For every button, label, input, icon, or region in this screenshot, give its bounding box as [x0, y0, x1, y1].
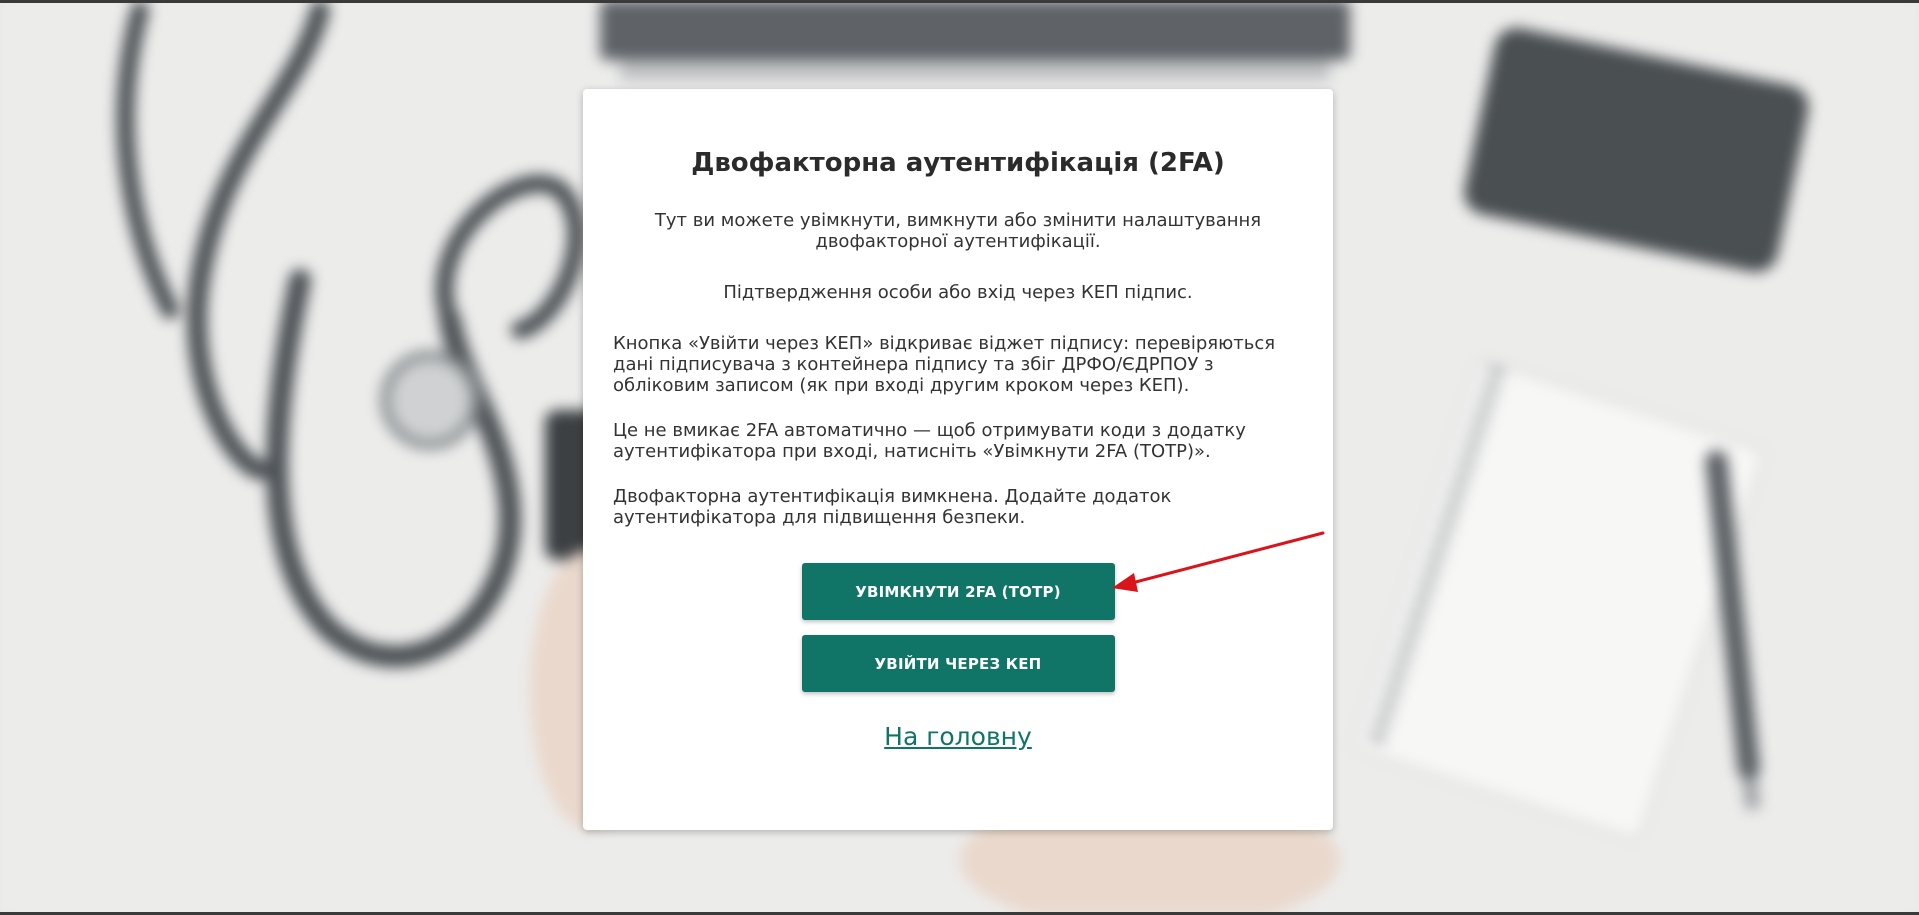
twofa-dialog: Двофакторна аутентифікація (2FA) Тут ви …: [583, 89, 1333, 830]
home-link-container: На головну: [613, 722, 1303, 751]
intro-text: Тут ви можете увімкнути, вимкнути або зм…: [654, 210, 1262, 252]
home-link[interactable]: На головну: [884, 722, 1032, 751]
dialog-title: Двофакторна аутентифікація (2FA): [691, 148, 1225, 178]
totp-note-text: Це не вмикає 2FA автоматично — щоб отрим…: [613, 420, 1246, 462]
screen: Двофакторна аутентифікація (2FA) Тут ви …: [0, 0, 1919, 915]
login-via-kep-button[interactable]: Увійти через КЕП: [801, 635, 1115, 692]
enable-2fa-totp-button[interactable]: Увімкнути 2FA (TOTP): [801, 563, 1115, 620]
twofa-status-text: Двофакторна аутентифікація вимкнена. Дод…: [613, 486, 1172, 528]
window-top-border: [0, 0, 1919, 3]
kep-description-text: Кнопка «Увійти через КЕП» відкриває відж…: [613, 333, 1276, 396]
kep-confirmation-text: Підтвердження особи або вхід через КЕП п…: [723, 282, 1193, 303]
